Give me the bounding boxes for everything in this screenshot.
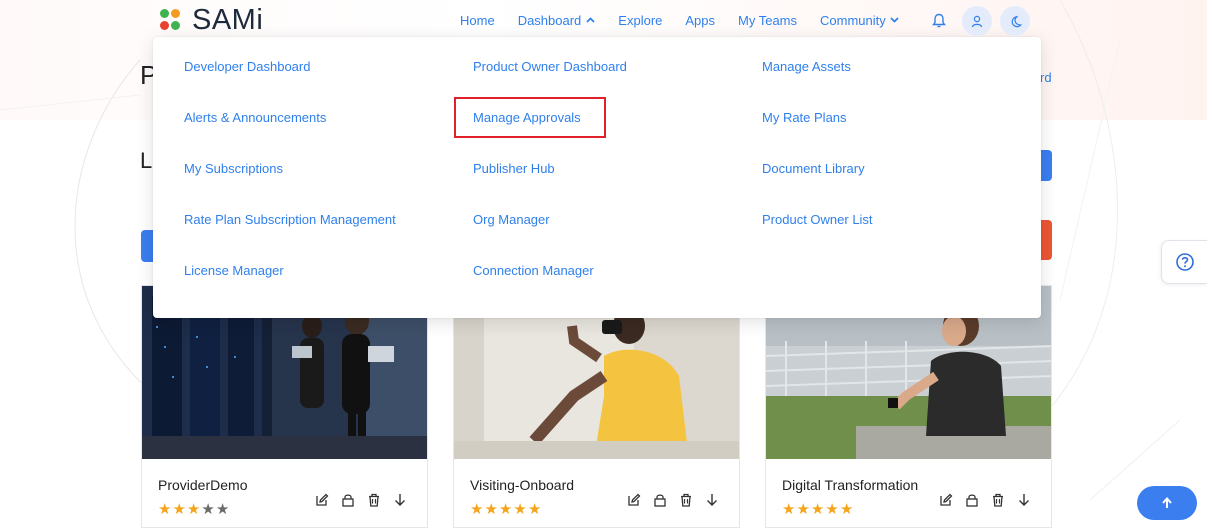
nav-community-label: Community [820, 12, 886, 28]
menu-item-rate-plan-subscription-management[interactable]: Rate Plan Subscription Management [184, 212, 396, 227]
menu-item-my-subscriptions[interactable]: My Subscriptions [184, 161, 283, 176]
nav-dashboard[interactable]: Dashboard [518, 13, 596, 28]
card-body: Visiting-Onboard ★★★★★ [454, 459, 739, 527]
card-body: ProviderDemo ★★★★★ [142, 459, 427, 527]
star-icon: ★ [470, 501, 485, 518]
product-card[interactable]: ProviderDemo ★★★★★ [141, 285, 428, 528]
logo-text: SAMi [192, 3, 264, 36]
card-actions [621, 489, 725, 511]
star-rating: ★★★★★ [782, 500, 854, 518]
star-rating: ★★★★★ [158, 500, 230, 518]
card-title: Visiting-Onboard [470, 477, 575, 493]
star-icon: ★ [527, 501, 543, 518]
nav-community[interactable]: Community [820, 13, 899, 28]
star-icon: ★ [782, 501, 797, 518]
section-title: L [140, 148, 153, 173]
menu-item-product-owner-list[interactable]: Product Owner List [762, 212, 873, 227]
trash-icon[interactable] [985, 489, 1011, 511]
main-nav: Home Dashboard Explore Apps My Teams Com… [460, 0, 922, 40]
header-icons [928, 6, 1038, 36]
edit-icon[interactable] [309, 489, 335, 511]
dashboard-dropdown-menu: Developer Dashboard Alerts & Announcemen… [153, 37, 1041, 318]
menu-item-developer-dashboard[interactable]: Developer Dashboard [184, 59, 310, 74]
card-actions [933, 489, 1037, 511]
star-icon: ★ [825, 501, 840, 518]
menu-item-my-rate-plans[interactable]: My Rate Plans [762, 110, 847, 125]
star-icon: ★ [810, 501, 826, 518]
star-icon: ★ [215, 501, 231, 518]
menu-item-publisher-hub[interactable]: Publisher Hub [473, 161, 555, 176]
star-icon: ★ [158, 501, 173, 518]
question-circle-icon [1175, 253, 1194, 271]
star-icon: ★ [201, 501, 216, 518]
card-title: Digital Transformation [782, 477, 919, 493]
nav-my-teams[interactable]: My Teams [738, 13, 797, 28]
lock-icon[interactable] [647, 489, 673, 511]
menu-item-license-manager[interactable]: License Manager [184, 263, 284, 278]
card-body: Digital Transformation ★★★★★ [766, 459, 1051, 527]
menu-item-connection-manager[interactable]: Connection Manager [473, 263, 594, 278]
edit-icon[interactable] [933, 489, 959, 511]
lock-icon[interactable] [335, 489, 361, 511]
arrow-down-icon[interactable] [699, 489, 725, 511]
user-icon[interactable] [962, 6, 992, 36]
nav-apps[interactable]: Apps [685, 13, 715, 28]
chevron-up-icon [586, 17, 595, 23]
danger-button-right[interactable] [1040, 220, 1052, 260]
logo[interactable]: SAMi [158, 4, 263, 36]
page-link[interactable]: rd [1040, 70, 1052, 85]
help-button[interactable] [1161, 240, 1207, 284]
nav-explore[interactable]: Explore [618, 13, 662, 28]
menu-item-document-library[interactable]: Document Library [762, 161, 865, 176]
bell-icon[interactable] [928, 7, 950, 35]
star-icon: ★ [839, 501, 855, 518]
card-title: ProviderDemo [158, 477, 248, 493]
arrow-down-icon[interactable] [1011, 489, 1037, 511]
star-icon: ★ [796, 501, 811, 518]
lock-icon[interactable] [959, 489, 985, 511]
nav-home[interactable]: Home [460, 13, 495, 28]
menu-item-product-owner-dashboard[interactable]: Product Owner Dashboard [473, 59, 627, 74]
arrow-up-icon [1162, 497, 1172, 508]
moon-icon[interactable] [1000, 6, 1030, 36]
menu-item-manage-approvals[interactable]: Manage Approvals [473, 110, 581, 125]
star-icon: ★ [186, 501, 202, 518]
product-card[interactable]: Visiting-Onboard ★★★★★ [453, 285, 740, 528]
star-icon: ★ [172, 501, 187, 518]
top-header: SAMi Home Dashboard Explore Apps My Team… [0, 0, 1207, 40]
nav-dashboard-label: Dashboard [517, 12, 582, 28]
star-icon: ★ [484, 501, 499, 518]
menu-item-alerts-announcements[interactable]: Alerts & Announcements [184, 110, 326, 125]
nav-my-teams-label: My Teams [738, 12, 798, 28]
star-icon: ★ [498, 501, 514, 518]
trash-icon[interactable] [673, 489, 699, 511]
product-card[interactable]: Digital Transformation ★★★★★ [765, 285, 1052, 528]
edit-icon[interactable] [621, 489, 647, 511]
star-rating: ★★★★★ [470, 500, 542, 518]
logo-mark-icon [158, 8, 182, 32]
card-actions [309, 489, 413, 511]
scroll-to-top-button[interactable] [1137, 486, 1197, 520]
nav-explore-label: Explore [618, 12, 663, 28]
trash-icon[interactable] [361, 489, 387, 511]
primary-button-right[interactable] [1040, 150, 1052, 181]
menu-item-org-manager[interactable]: Org Manager [473, 212, 550, 227]
nav-home-label: Home [460, 12, 495, 28]
nav-apps-label: Apps [685, 12, 716, 28]
menu-item-manage-assets[interactable]: Manage Assets [762, 59, 851, 74]
arrow-down-icon[interactable] [387, 489, 413, 511]
chevron-down-icon [890, 17, 899, 23]
star-icon: ★ [513, 501, 528, 518]
